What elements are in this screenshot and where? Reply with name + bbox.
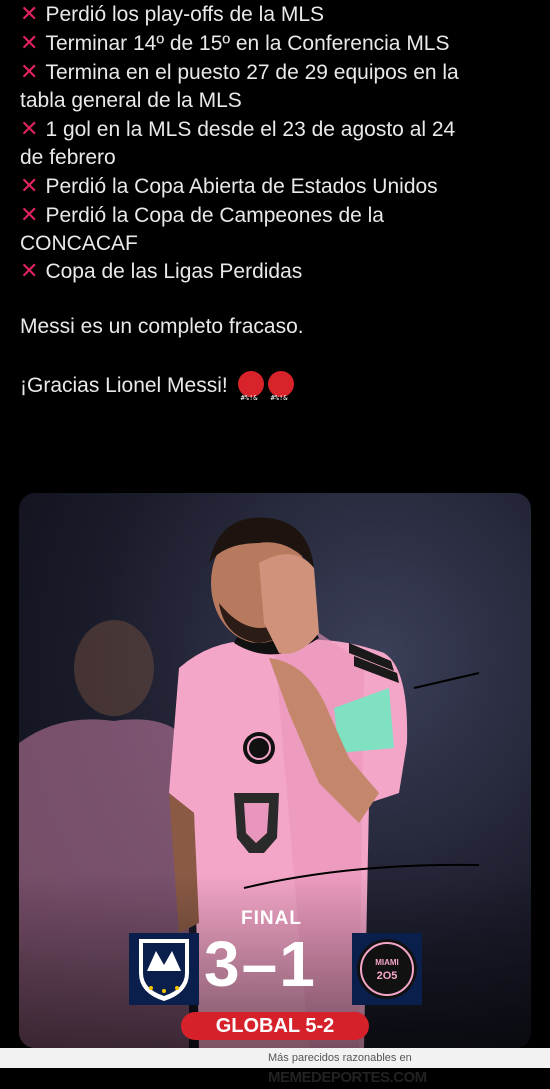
crest-year: 2O5 xyxy=(377,970,398,982)
face-with-symbols-on-mouth-icon xyxy=(237,371,264,412)
cross-mark-icon: ✕ xyxy=(20,2,39,27)
home-score: 3 xyxy=(204,928,242,1000)
cross-mark-icon: ✕ xyxy=(20,259,39,284)
score-dash: – xyxy=(241,928,280,1000)
list-item: ✕ Perdió los play-offs de la MLS xyxy=(20,2,325,27)
list-item: ✕ Perdió la Copa de Campeones de la xyxy=(20,203,384,228)
crest-text: MIAMI xyxy=(375,958,399,967)
cross-mark-icon: ✕ xyxy=(20,31,39,56)
brand-name: MEMEDEPORTES.COM xyxy=(268,1069,427,1086)
list-item-continuation: de febrero xyxy=(20,146,116,169)
face-with-symbols-on-mouth-icon xyxy=(267,371,294,412)
list-item: ✕ Termina en el puesto 27 de 29 equipos e… xyxy=(20,60,459,85)
score: 3–1 xyxy=(204,927,317,1001)
cross-mark-icon: ✕ xyxy=(20,203,39,228)
inter-miami-crest-icon: MIAMI 2O5 xyxy=(352,933,422,1005)
list-item: ✕ 1 gol en la MLS desde el 23 de agosto a… xyxy=(20,117,456,142)
footer-text: Más parecidos razonables en MEMEDEPORTES… xyxy=(268,1052,427,1086)
global-score-badge: GLOBAL 5-2 xyxy=(181,1012,369,1040)
post-paragraph: Messi es un completo fracaso. xyxy=(20,315,304,338)
list-item: ✕ Terminar 14º de 15º en la Conferencia M… xyxy=(20,31,450,56)
cross-mark-icon: ✕ xyxy=(20,117,39,142)
list-item: ✕ Copa de las Ligas Perdidas xyxy=(20,259,303,284)
list-item-continuation: tabla general de la MLS xyxy=(20,89,242,112)
watermark-footer: Más parecidos razonables en MEMEDEPORTES… xyxy=(0,1048,550,1086)
monterrey-crest-icon xyxy=(129,933,199,1005)
list-item: ✕ Perdió la Copa Abierta de Estados Unido… xyxy=(20,174,438,199)
cross-mark-icon: ✕ xyxy=(20,174,39,199)
list-item-continuation: CONCACAF xyxy=(20,232,138,255)
post-paragraph-thanks: ¡Gracias Lionel Messi! xyxy=(20,371,294,412)
cross-mark-icon: ✕ xyxy=(20,60,39,85)
away-score: 1 xyxy=(279,928,317,1000)
scoreboard: FINAL 3–1 MIAMI 2O5 GLOBAL 5-2 xyxy=(19,893,531,1048)
post-media-image[interactable]: FINAL 3–1 MIAMI 2O5 GLOBAL 5-2 xyxy=(19,493,531,1048)
